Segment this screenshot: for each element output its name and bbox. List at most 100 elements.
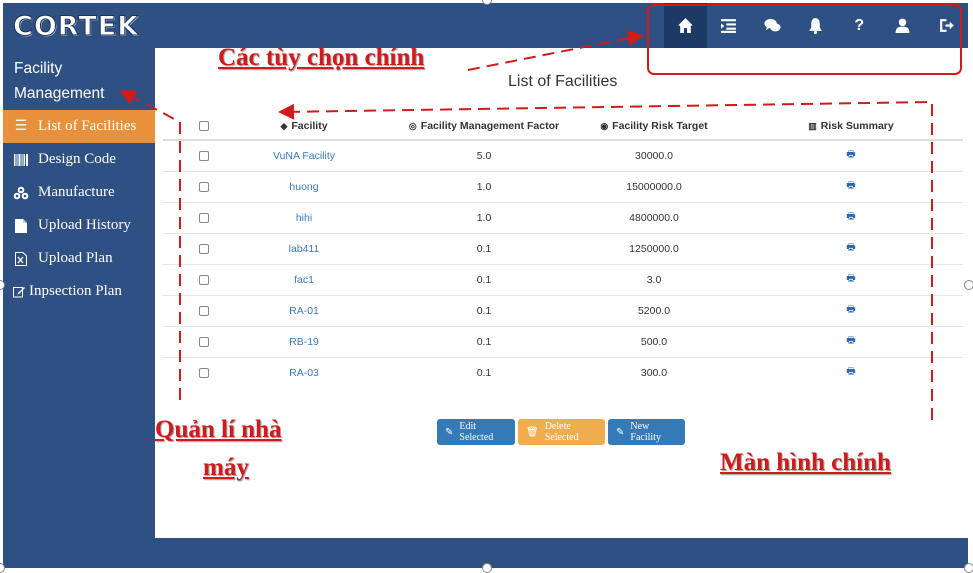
sidebar-title: Facility Management: [14, 60, 105, 102]
select-all-cell: [163, 113, 209, 141]
resize-handle[interactable]: [482, 563, 492, 573]
file-icon: [12, 218, 30, 233]
row-select-cell: [163, 325, 209, 357]
facility-link[interactable]: RA-03: [209, 356, 399, 388]
barcode-icon: [12, 153, 30, 166]
resize-handle[interactable]: [964, 280, 973, 290]
table-row: RB-19 0.1 500.0 🖶: [163, 325, 963, 357]
facility-factor: 1.0: [399, 170, 569, 202]
sidebar-item-label: List of Facilities: [38, 118, 137, 134]
sidebar-item-label: Upload History: [38, 217, 131, 233]
bar-chart-icon: ▥: [808, 121, 817, 131]
row-select-cell: [163, 201, 209, 233]
risk-summary-cell: 🖶: [739, 201, 963, 233]
column-header-risk-summary[interactable]: ▥ Risk Summary: [739, 113, 963, 141]
table-header-row: ◆ Facility ◎ Facility Management Factor ◉ F…: [163, 113, 963, 141]
sidebar-item-label: Manufacture: [38, 184, 115, 200]
row-select-cell: [163, 294, 209, 326]
risk-summary-cell: 🖶: [739, 294, 963, 326]
column-header-factor[interactable]: ◎ Facility Management Factor: [399, 113, 569, 141]
facility-risk-target: 500.0: [569, 325, 739, 357]
facility-risk-target: 1250000.0: [569, 232, 739, 264]
app-frame: CORTEK ? Facility Management ☰ List of F…: [3, 3, 968, 568]
table-row: RA-01 0.1 5200.0 🖶: [163, 294, 963, 326]
cortek-logo[interactable]: CORTEK: [12, 11, 139, 43]
sidebar-item-inspection-plan[interactable]: Inpsection Plan: [3, 275, 155, 308]
print-icon[interactable]: 🖶: [846, 242, 855, 253]
resize-handle[interactable]: [964, 563, 973, 573]
print-icon[interactable]: 🖶: [846, 149, 855, 160]
risk-summary-cell: 🖶: [739, 139, 963, 171]
gauge-icon: ◎: [408, 121, 417, 131]
excel-file-icon: [12, 251, 30, 266]
table-row: lab411 0.1 1250000.0 🖶: [163, 232, 963, 264]
facility-factor: 0.1: [399, 232, 569, 264]
facility-link[interactable]: huong: [209, 170, 399, 202]
print-icon[interactable]: 🖶: [846, 335, 855, 346]
facility-link[interactable]: hihi: [209, 201, 399, 233]
list-icon: ☰: [14, 119, 28, 134]
risk-summary-cell: 🖶: [739, 325, 963, 357]
pencil-icon: ✎: [445, 426, 454, 438]
row-checkbox[interactable]: [199, 367, 209, 378]
print-icon[interactable]: 🖶: [846, 211, 855, 222]
facility-factor: 0.1: [399, 325, 569, 357]
facility-factor: 5.0: [399, 139, 569, 171]
sidebar-item-list-of-facilities[interactable]: ☰ List of Facilities: [3, 110, 155, 143]
facility-link[interactable]: RA-01: [209, 294, 399, 326]
facility-risk-target: 5200.0: [569, 294, 739, 326]
sidebar-item-design-code[interactable]: Design Code: [3, 143, 155, 176]
select-all-checkbox[interactable]: [199, 121, 209, 132]
facility-risk-target: 30000.0: [569, 139, 739, 171]
row-checkbox[interactable]: [199, 243, 209, 254]
row-select-cell: [163, 356, 209, 388]
risk-summary-cell: 🖶: [739, 232, 963, 264]
facility-link[interactable]: fac1: [209, 263, 399, 295]
facility-risk-target: 15000000.0: [569, 170, 739, 202]
new-facility-button[interactable]: ✎ New Facility: [608, 419, 685, 445]
facility-factor: 0.1: [399, 356, 569, 388]
row-checkbox[interactable]: [199, 181, 209, 192]
sidebar-item-upload-history[interactable]: Upload History: [3, 209, 155, 242]
annotation-facility-mgmt-line2: máy: [203, 454, 249, 481]
sidebar: Facility Management ☰ List of Facilities…: [3, 48, 155, 538]
pencil-icon: ✎: [616, 426, 625, 438]
options-highlight-box: [647, 4, 962, 75]
trash-icon: 🗑: [526, 426, 539, 438]
annotation-facility-mgmt-line1: Quản lí nhà: [155, 416, 282, 443]
print-icon[interactable]: 🖶: [846, 180, 855, 191]
facility-link[interactable]: RB-19: [209, 325, 399, 357]
annotation-options: Các tùy chọn chính: [218, 44, 425, 71]
resize-handle[interactable]: [0, 563, 5, 573]
facility-factor: 0.1: [399, 294, 569, 326]
action-buttons: ✎ Edit Selected 🗑 Delete Selected ✎ New …: [437, 419, 685, 445]
table-row: VuNA Facility 5.0 30000.0 🖶: [163, 139, 963, 171]
column-header-facility[interactable]: ◆ Facility: [209, 113, 399, 141]
facility-link[interactable]: lab411: [209, 232, 399, 264]
print-icon[interactable]: 🖶: [846, 304, 855, 315]
row-checkbox[interactable]: [199, 150, 209, 161]
target-icon: ◉: [600, 121, 609, 131]
risk-summary-cell: 🖶: [739, 263, 963, 295]
row-checkbox[interactable]: [199, 336, 209, 347]
print-icon[interactable]: 🖶: [846, 366, 855, 377]
facility-factor: 0.1: [399, 263, 569, 295]
row-select-cell: [163, 232, 209, 264]
facility-risk-target: 3.0: [569, 263, 739, 295]
sidebar-item-manufacture[interactable]: Manufacture: [3, 176, 155, 209]
edit-icon: [13, 286, 25, 298]
page-title: List of Facilities: [508, 73, 618, 90]
facility-risk-target: 300.0: [569, 356, 739, 388]
facility-risk-target: 4800000.0: [569, 201, 739, 233]
cubes-icon: [12, 186, 30, 200]
facility-link[interactable]: VuNA Facility: [209, 139, 399, 171]
row-checkbox[interactable]: [199, 305, 209, 316]
delete-selected-button[interactable]: 🗑 Delete Selected: [518, 419, 605, 445]
print-icon[interactable]: 🖶: [846, 273, 855, 284]
table-row: fac1 0.1 3.0 🖶: [163, 263, 963, 295]
column-header-risk-target[interactable]: ◉ Facility Risk Target: [569, 113, 739, 141]
edit-selected-button[interactable]: ✎ Edit Selected: [437, 419, 515, 445]
sidebar-item-upload-plan[interactable]: Upload Plan: [3, 242, 155, 275]
row-checkbox[interactable]: [199, 274, 209, 285]
row-checkbox[interactable]: [199, 212, 209, 223]
